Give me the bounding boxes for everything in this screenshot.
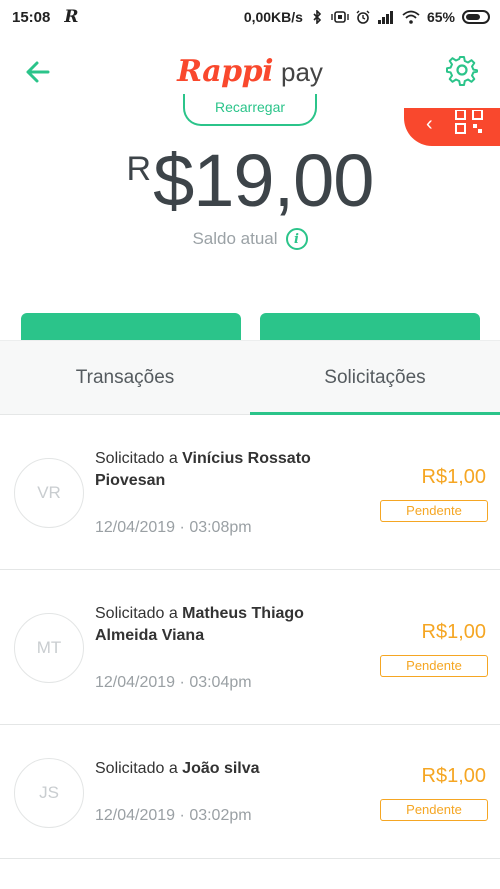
balance-amount: R$19,00: [0, 138, 500, 223]
tab-bar: Transações Solicitações: [0, 340, 500, 415]
tab-transactions[interactable]: Transações: [0, 341, 250, 414]
info-icon[interactable]: i: [285, 228, 308, 250]
request-recipient: João silva: [182, 760, 260, 777]
request-description: Solicitado a Matheus Thiago Almeida Vian…: [95, 603, 355, 647]
avatar: JS: [14, 758, 84, 828]
avatar: VR: [14, 458, 84, 528]
recharge-button[interactable]: Recarregar: [183, 94, 317, 126]
qr-code-icon: [455, 110, 483, 134]
request-date: 12/04/2019: [95, 807, 176, 824]
alarm-icon: [356, 10, 370, 24]
request-prefix: Solicitado a: [95, 760, 183, 777]
list-item[interactable]: VR Solicitado a Vinícius Rossato Piovesa…: [0, 415, 500, 570]
brand-product: pay: [281, 56, 323, 87]
balance-value: $19,00: [153, 139, 374, 222]
gear-icon[interactable]: [446, 54, 478, 86]
chevron-left-icon: ‹: [426, 113, 433, 135]
request-time: 03:08pm: [189, 519, 252, 536]
signal-icon: [377, 11, 393, 24]
request-date: 12/04/2019: [95, 519, 176, 536]
datetime-separator: ·: [179, 674, 185, 691]
request-time: 03:02pm: [189, 807, 252, 824]
status-badge: Pendente: [380, 500, 488, 522]
balance-caption-row: Saldo atual i: [0, 228, 500, 250]
request-amount: R$1,00: [421, 765, 487, 787]
request-datetime: 12/04/2019 · 03:08pm: [95, 519, 252, 537]
battery-icon: [462, 10, 490, 24]
brand-name: Rappi: [177, 53, 273, 89]
rappi-pay-logo: Rappi pay: [177, 54, 323, 89]
arrow-left-icon[interactable]: [22, 56, 54, 88]
request-date: 12/04/2019: [95, 674, 176, 691]
action-button-right[interactable]: [260, 313, 480, 343]
rappi-app-glyph: R: [64, 7, 79, 27]
network-speed: 0,00KB/s: [243, 9, 303, 25]
bluetooth-icon: [313, 10, 322, 24]
request-amount: R$1,00: [421, 466, 487, 488]
request-prefix: Solicitado a: [95, 605, 183, 622]
request-prefix: Solicitado a: [95, 450, 183, 467]
request-description: Solicitado a Vinícius Rossato Piovesan: [95, 448, 355, 492]
datetime-separator: ·: [179, 807, 185, 824]
request-datetime: 12/04/2019 · 03:02pm: [95, 807, 252, 825]
requests-list: VR Solicitado a Vinícius Rossato Piovesa…: [0, 415, 500, 859]
balance-caption: Saldo atual: [192, 229, 278, 248]
list-item[interactable]: MT Solicitado a Matheus Thiago Almeida V…: [0, 570, 500, 725]
status-badge: Pendente: [380, 655, 488, 677]
request-amount: R$1,00: [421, 621, 487, 643]
request-datetime: 12/04/2019 · 03:04pm: [95, 674, 252, 692]
tab-requests[interactable]: Solicitações: [250, 341, 500, 415]
status-time: 15:08: [12, 8, 51, 26]
status-icons: 0,00KB/s 65%: [244, 9, 490, 25]
request-time: 03:04pm: [189, 674, 252, 691]
currency-symbol: R: [126, 150, 152, 188]
status-bar: 15:08 R 0,00KB/s 65%: [0, 0, 500, 34]
wifi-icon: [402, 10, 420, 24]
request-description: Solicitado a João silva: [95, 758, 355, 780]
list-item[interactable]: JS Solicitado a João silva 12/04/2019 · …: [0, 725, 500, 859]
battery-percent: 65%: [426, 9, 455, 25]
datetime-separator: ·: [179, 519, 185, 536]
action-button-left[interactable]: [21, 313, 241, 343]
avatar: MT: [14, 613, 84, 683]
status-badge: Pendente: [380, 799, 488, 821]
vibrate-icon: [331, 11, 349, 23]
